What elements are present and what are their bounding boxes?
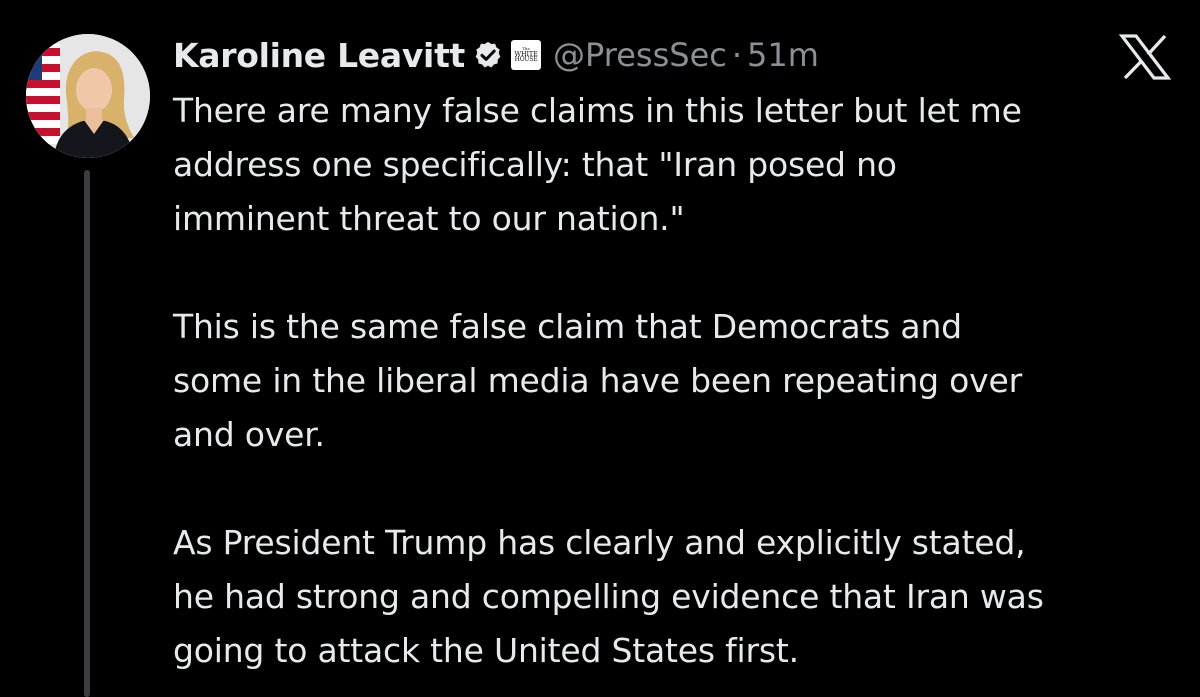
tweet-paragraph-2: This is the same false claim that Democr… [173, 307, 1022, 454]
verified-check-badge-icon[interactable] [473, 40, 503, 70]
tweet-header: Karoline Leavitt The WHITE HOUSE @PressS… [173, 30, 819, 80]
tweet-paragraph-1: There are many false claims in this lett… [173, 91, 1022, 238]
thread-connector-line [84, 170, 90, 697]
header-separator: · [731, 36, 743, 74]
avatar-image [26, 34, 150, 158]
white-house-affiliation-badge-icon[interactable]: The WHITE HOUSE [511, 40, 542, 70]
x-logo-icon [1118, 34, 1172, 80]
badge-line-3: HOUSE [514, 56, 538, 64]
tweet-card[interactable]: Karoline Leavitt The WHITE HOUSE @PressS… [0, 0, 1200, 697]
avatar[interactable] [26, 34, 150, 158]
tweet-timestamp[interactable]: 51m [747, 36, 819, 74]
author-handle[interactable]: @PressSec [553, 36, 727, 74]
tweet-paragraph-3: As President Trump has clearly and expli… [173, 523, 1044, 670]
author-display-name[interactable]: Karoline Leavitt [173, 36, 465, 75]
tweet-text: There are many false claims in this lett… [173, 84, 1183, 678]
